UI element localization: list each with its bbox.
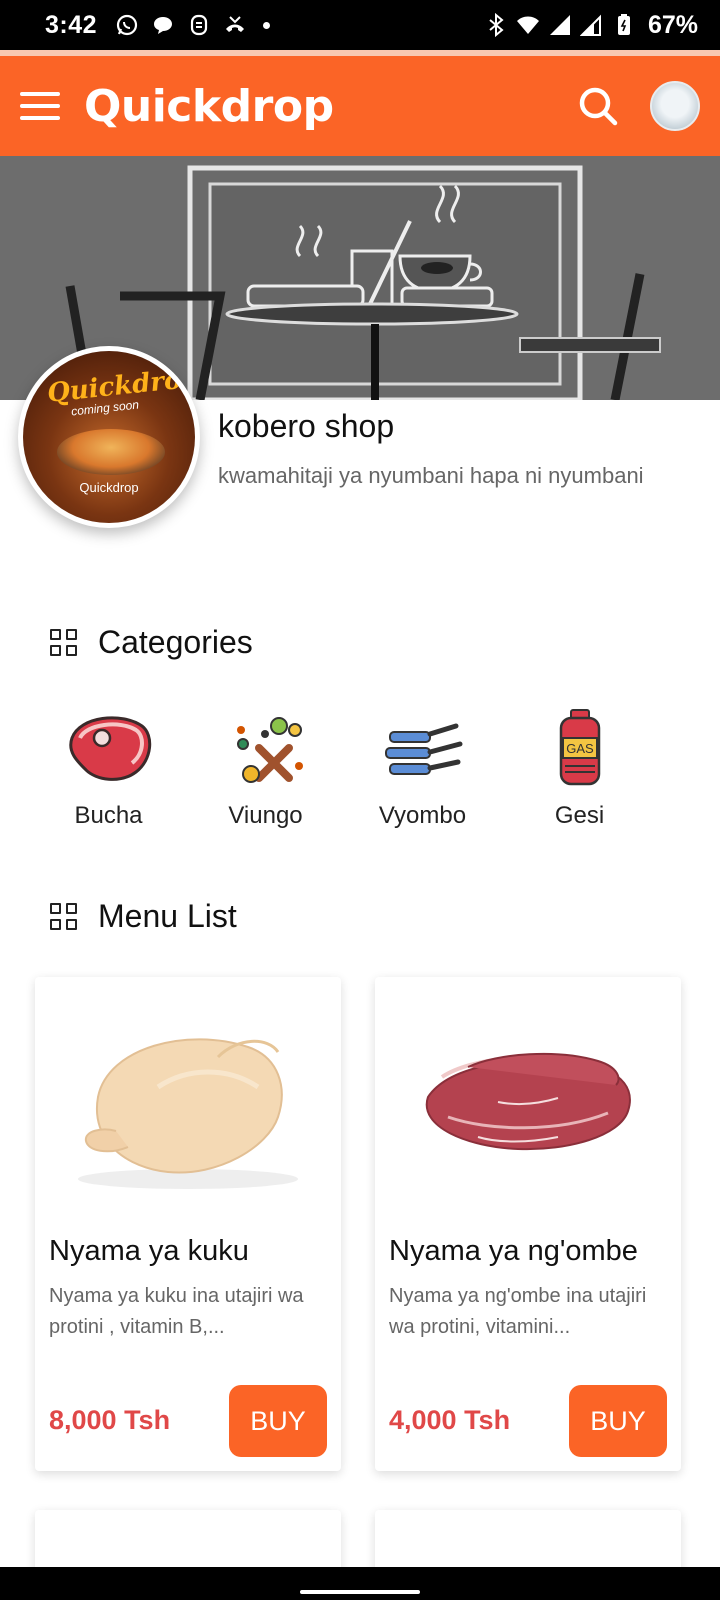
chicken-image [35, 977, 341, 1217]
category-label: Vyombo [378, 802, 467, 829]
home-gesture-handle[interactable] [300, 1590, 420, 1594]
grid-icon [50, 902, 78, 931]
category-viungo[interactable]: Viungo [187, 708, 344, 830]
category-label: Bucha [74, 802, 143, 829]
search-icon[interactable] [576, 84, 620, 128]
app-icon [190, 14, 208, 36]
navigation-bar [0, 1567, 720, 1600]
product-price: 8,000 Tsh [49, 1405, 171, 1435]
pans-icon [384, 723, 462, 775]
whatsapp-icon [116, 14, 138, 36]
brand-logo: Quickdrop [84, 80, 334, 132]
food-bowl-image [57, 429, 165, 475]
product-description: Nyama ya ng'ombe ina utajiri wa protini,… [389, 1285, 647, 1338]
wifi-icon [516, 16, 539, 34]
missed-call-icon [226, 16, 245, 32]
bluetooth-icon [489, 13, 504, 37]
signal-2-icon [579, 14, 601, 36]
system-icons: 67% [484, 11, 698, 40]
status-time: 3:42 [45, 10, 98, 39]
product-card[interactable]: Nyama ya ng'ombe Nyama ya ng'ombe ina ut… [375, 977, 681, 1471]
spices-icon [236, 717, 303, 783]
shop-description: kwamahitaji ya nyumbani hapa ni nyumbani [218, 463, 644, 488]
app-bar: Quickdrop [0, 56, 720, 156]
battery-icon [617, 14, 630, 35]
menu-list-title: Menu List [98, 898, 237, 934]
buy-button[interactable]: BUY [229, 1385, 327, 1457]
logo-brand: Quickdrop [79, 480, 139, 495]
buy-button[interactable]: BUY [569, 1385, 667, 1457]
menu-list-header: Menu List [50, 898, 237, 935]
chat-icon [154, 17, 173, 34]
gas-cylinder-icon: GAS [559, 709, 600, 786]
status-bar: 3:42 67% [0, 0, 720, 50]
notification-icons [115, 13, 271, 37]
product-description: Nyama ya kuku ina utajiri wa protini , v… [49, 1285, 304, 1338]
grid-icon [50, 628, 78, 657]
shop-name: kobero shop [218, 408, 395, 444]
category-label: Gesi [554, 802, 605, 829]
product-title: Nyama ya ng'ombe [389, 1235, 638, 1267]
category-vyombo[interactable]: Vyombo [344, 708, 501, 830]
meat-icon [68, 716, 151, 781]
product-title: Nyama ya kuku [49, 1235, 249, 1267]
battery-level: 67% [647, 10, 698, 39]
profile-avatar[interactable] [650, 81, 700, 131]
gas-label: GAS [566, 741, 594, 756]
menu-icon[interactable] [20, 84, 64, 128]
category-list: Bucha Viungo Vyombo GAS Gesi [30, 708, 658, 830]
shop-logo: Quickdrop coming soon Quickdrop [18, 346, 200, 528]
product-card[interactable]: Nyama ya kuku Nyama ya kuku ina utajiri … [35, 977, 341, 1471]
categories-header: Categories [50, 624, 253, 661]
categories-title: Categories [98, 624, 253, 660]
product-price: 4,000 Tsh [389, 1405, 511, 1435]
beef-image [375, 977, 681, 1217]
more-notifications-dot [263, 21, 271, 29]
category-label: Viungo [228, 802, 303, 829]
signal-icon [549, 15, 570, 35]
category-bucha[interactable]: Bucha [30, 708, 187, 830]
category-gesi[interactable]: GAS Gesi [501, 708, 658, 830]
